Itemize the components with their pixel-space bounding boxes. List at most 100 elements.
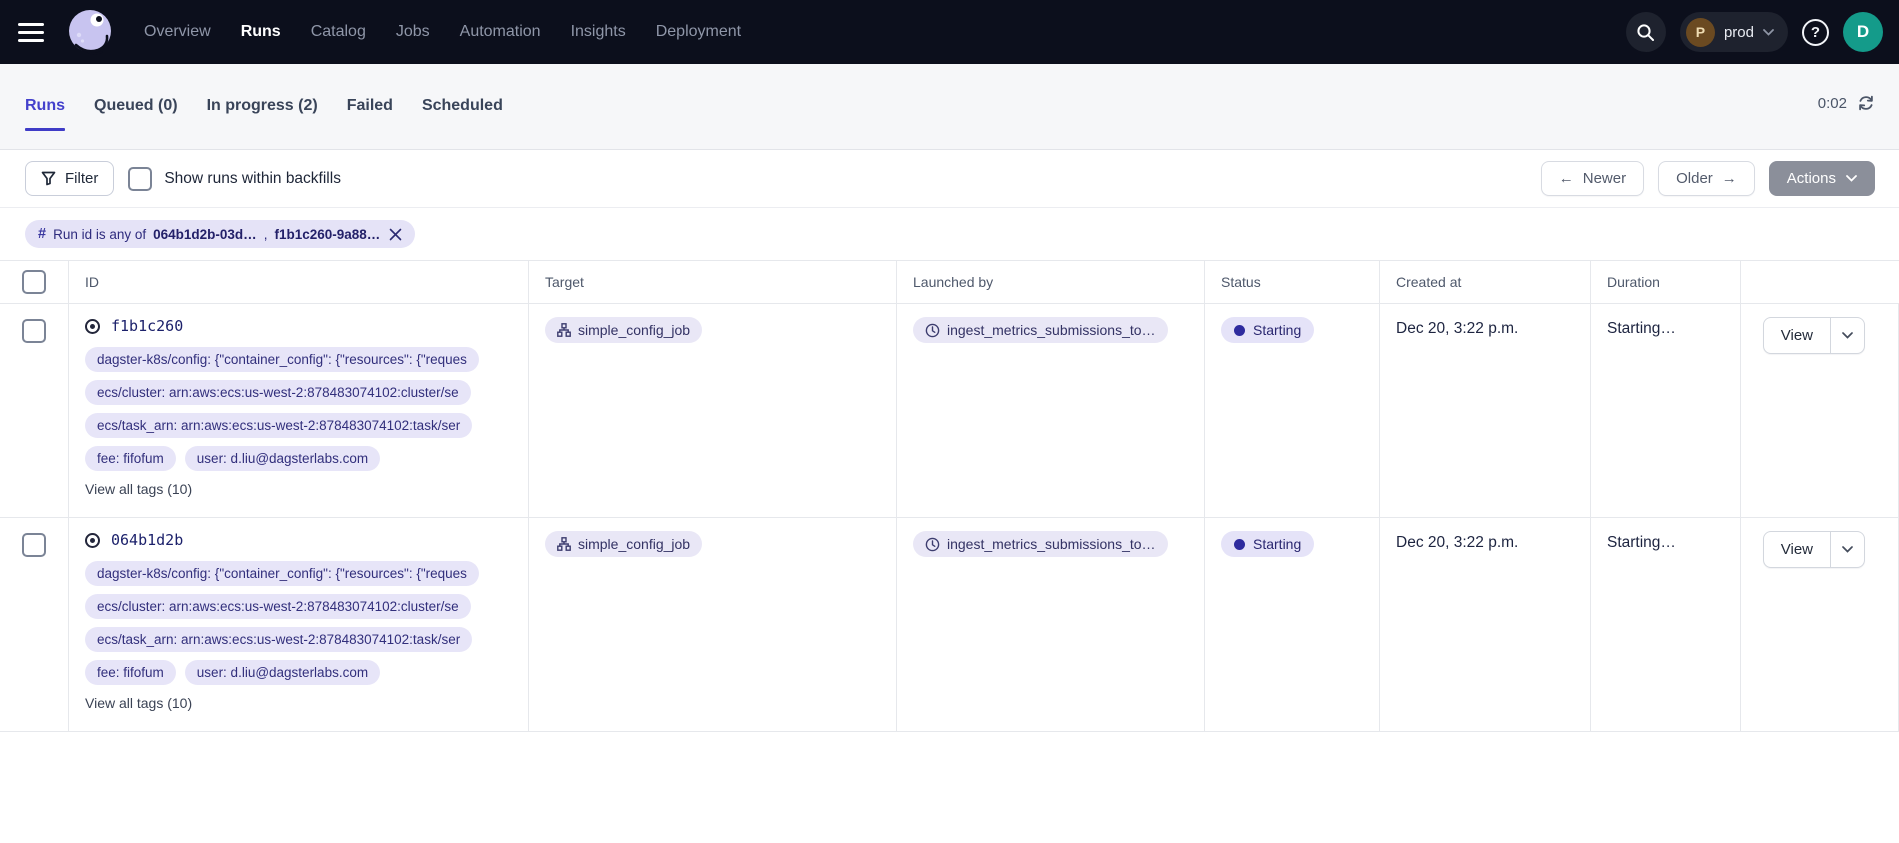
chevron-down-icon bbox=[1842, 546, 1853, 553]
menu-icon[interactable] bbox=[18, 23, 44, 42]
status-badge[interactable]: Starting bbox=[1221, 531, 1314, 557]
tab-failed[interactable]: Failed bbox=[347, 64, 393, 141]
tab-in-progress[interactable]: In progress (2) bbox=[207, 64, 318, 141]
user-avatar[interactable]: D bbox=[1843, 12, 1883, 52]
filter-chip-id-1: 064b1d2b-03d… bbox=[153, 227, 257, 242]
target-job-pill[interactable]: simple_config_job bbox=[545, 531, 702, 557]
job-graph-icon bbox=[557, 323, 571, 337]
tab-queued[interactable]: Queued (0) bbox=[94, 64, 178, 141]
row-checkbox[interactable] bbox=[22, 319, 46, 343]
run-tag[interactable]: ecs/cluster: arn:aws:ecs:us-west-2:87848… bbox=[85, 380, 471, 405]
runs-tabs-bar: Runs Queued (0) In progress (2) Failed S… bbox=[0, 64, 1899, 150]
run-tag[interactable]: dagster-k8s/config: {"container_config":… bbox=[85, 347, 479, 372]
status-dot-icon bbox=[1234, 325, 1245, 336]
arrow-right-icon: → bbox=[1722, 170, 1737, 187]
search-button[interactable] bbox=[1626, 12, 1666, 52]
primary-nav: Overview Runs Catalog Jobs Automation In… bbox=[144, 23, 741, 41]
newer-button[interactable]: ← Newer bbox=[1541, 161, 1644, 196]
run-starting-spinner-icon bbox=[85, 319, 100, 334]
tab-runs[interactable]: Runs bbox=[25, 64, 65, 141]
view-all-tags-link[interactable]: View all tags (10) bbox=[85, 695, 528, 711]
filter-chip-id-2: f1b1c260-9a88… bbox=[274, 227, 380, 242]
view-run-split-button[interactable]: View bbox=[1763, 317, 1865, 354]
row-checkbox[interactable] bbox=[22, 533, 46, 557]
filter-chip-prefix: Run id is any of bbox=[53, 227, 146, 242]
nav-item-jobs[interactable]: Jobs bbox=[396, 23, 430, 41]
search-icon bbox=[1636, 23, 1655, 42]
run-tags: dagster-k8s/config: {"container_config":… bbox=[85, 347, 528, 471]
chevron-down-icon bbox=[1842, 332, 1853, 339]
created-at-value: Dec 20, 3:22 p.m. bbox=[1396, 317, 1518, 338]
arrow-left-icon: ← bbox=[1559, 170, 1574, 187]
help-icon[interactable]: ? bbox=[1802, 19, 1829, 46]
run-tags: dagster-k8s/config: {"container_config":… bbox=[85, 561, 528, 685]
refresh-icon[interactable] bbox=[1857, 94, 1875, 112]
target-job-pill[interactable]: simple_config_job bbox=[545, 317, 702, 343]
view-run-button-label[interactable]: View bbox=[1764, 532, 1830, 567]
run-tag[interactable]: user: d.liu@dagsterlabs.com bbox=[185, 660, 380, 685]
clock-icon bbox=[925, 323, 940, 338]
filter-button[interactable]: Filter bbox=[25, 161, 114, 196]
column-header-status: Status bbox=[1205, 261, 1380, 303]
hash-icon: # bbox=[38, 226, 46, 242]
run-tag[interactable]: dagster-k8s/config: {"container_config":… bbox=[85, 561, 479, 586]
nav-item-deployment[interactable]: Deployment bbox=[656, 23, 741, 41]
view-run-menu-button[interactable] bbox=[1830, 532, 1864, 567]
run-row: f1b1c260 dagster-k8s/config: {"container… bbox=[0, 304, 1899, 518]
run-tag[interactable]: ecs/cluster: arn:aws:ecs:us-west-2:87848… bbox=[85, 594, 471, 619]
run-id-link[interactable]: f1b1c260 bbox=[111, 317, 183, 335]
active-filters-row: # Run id is any of 064b1d2b-03d… , f1b1c… bbox=[0, 208, 1899, 260]
column-header-launched-by: Launched by bbox=[897, 261, 1205, 303]
status-dot-icon bbox=[1234, 539, 1245, 550]
nav-item-overview[interactable]: Overview bbox=[144, 23, 211, 41]
older-button-label: Older bbox=[1676, 170, 1713, 187]
select-all-checkbox[interactable] bbox=[22, 270, 46, 294]
target-job-name: simple_config_job bbox=[578, 322, 690, 338]
runs-table-header: ID Target Launched by Status Created at … bbox=[0, 260, 1899, 304]
duration-value: Starting… bbox=[1607, 531, 1676, 552]
status-label: Starting bbox=[1253, 322, 1301, 338]
run-id-filter-chip[interactable]: # Run id is any of 064b1d2b-03d… , f1b1c… bbox=[25, 220, 415, 248]
run-id-link[interactable]: 064b1d2b bbox=[111, 531, 183, 549]
view-run-split-button[interactable]: View bbox=[1763, 531, 1865, 568]
older-button[interactable]: Older → bbox=[1658, 161, 1755, 196]
actions-button-label: Actions bbox=[1787, 170, 1836, 187]
view-all-tags-link[interactable]: View all tags (10) bbox=[85, 481, 528, 497]
run-tag[interactable]: fee: fifofum bbox=[85, 446, 176, 471]
run-tag[interactable]: ecs/task_arn: arn:aws:ecs:us-west-2:8784… bbox=[85, 413, 472, 438]
actions-button[interactable]: Actions bbox=[1769, 161, 1875, 196]
column-header-duration: Duration bbox=[1591, 261, 1741, 303]
show-backfills-checkbox[interactable] bbox=[128, 167, 152, 191]
target-job-name: simple_config_job bbox=[578, 536, 690, 552]
nav-item-insights[interactable]: Insights bbox=[571, 23, 626, 41]
clock-icon bbox=[925, 537, 940, 552]
runs-toolbar: Filter Show runs within backfills ← Newe… bbox=[0, 150, 1899, 208]
column-header-id: ID bbox=[69, 261, 529, 303]
tab-scheduled[interactable]: Scheduled bbox=[422, 64, 503, 141]
launched-by-name: ingest_metrics_submissions_to… bbox=[947, 322, 1156, 338]
run-tag[interactable]: user: d.liu@dagsterlabs.com bbox=[185, 446, 380, 471]
job-graph-icon bbox=[557, 537, 571, 551]
remove-filter-icon[interactable] bbox=[389, 228, 402, 241]
deployment-avatar: P bbox=[1686, 18, 1715, 47]
chevron-down-icon bbox=[1763, 29, 1774, 36]
dagster-logo-icon[interactable] bbox=[66, 8, 114, 56]
nav-item-automation[interactable]: Automation bbox=[460, 23, 541, 41]
column-header-created-at: Created at bbox=[1380, 261, 1591, 303]
launched-by-pill[interactable]: ingest_metrics_submissions_to… bbox=[913, 317, 1168, 343]
top-navigation: Overview Runs Catalog Jobs Automation In… bbox=[0, 0, 1899, 64]
status-label: Starting bbox=[1253, 536, 1301, 552]
launched-by-pill[interactable]: ingest_metrics_submissions_to… bbox=[913, 531, 1168, 557]
deployment-switcher[interactable]: P prod bbox=[1680, 12, 1788, 52]
run-tag[interactable]: fee: fifofum bbox=[85, 660, 176, 685]
view-run-menu-button[interactable] bbox=[1830, 318, 1864, 353]
chevron-down-icon bbox=[1846, 175, 1857, 182]
view-run-button-label[interactable]: View bbox=[1764, 318, 1830, 353]
nav-item-catalog[interactable]: Catalog bbox=[311, 23, 366, 41]
run-tag[interactable]: ecs/task_arn: arn:aws:ecs:us-west-2:8784… bbox=[85, 627, 472, 652]
filter-button-label: Filter bbox=[65, 170, 98, 187]
duration-value: Starting… bbox=[1607, 317, 1676, 338]
run-row: 064b1d2b dagster-k8s/config: {"container… bbox=[0, 518, 1899, 732]
status-badge[interactable]: Starting bbox=[1221, 317, 1314, 343]
nav-item-runs[interactable]: Runs bbox=[241, 23, 281, 41]
